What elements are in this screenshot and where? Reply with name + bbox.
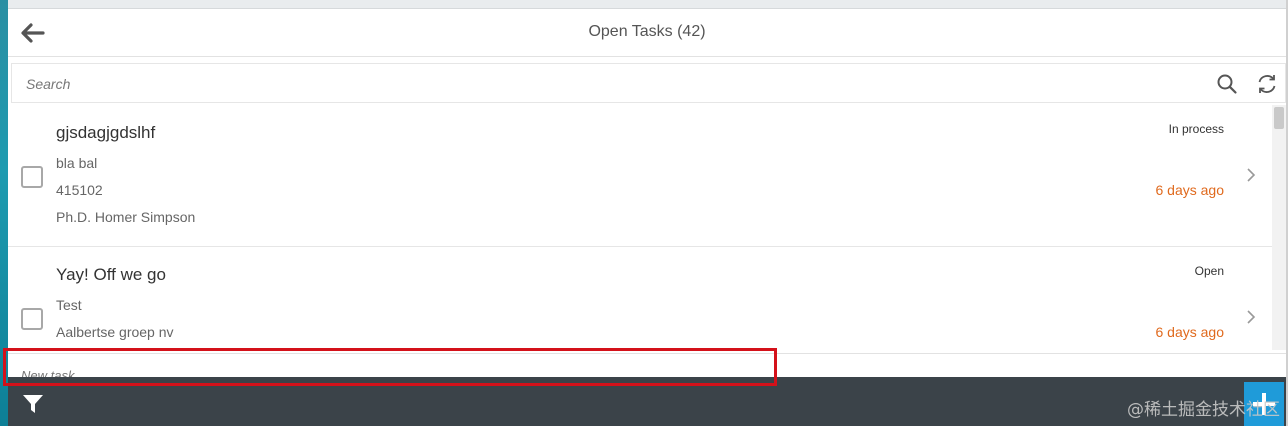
page-title: Open Tasks (42) <box>588 23 706 40</box>
task-number: 415102 <box>56 182 103 198</box>
task-checkbox[interactable] <box>21 166 43 188</box>
task-date: 6 days ago <box>1155 324 1225 340</box>
background-strip <box>0 0 8 426</box>
task-assignee: Ph.D. Homer Simpson <box>56 209 196 225</box>
footer-toolbar <box>8 377 1286 426</box>
task-list-item[interactable]: Yay! Off we go Test Aalbertse groep nv O… <box>8 247 1272 350</box>
search-input[interactable] <box>26 73 1176 95</box>
task-description: bla bal <box>56 155 98 171</box>
task-title: Yay! Off we go <box>56 265 166 284</box>
header: Open Tasks (42) <box>8 9 1286 57</box>
scrollbar-thumb[interactable] <box>1274 107 1284 129</box>
task-description: Test <box>56 297 82 313</box>
task-list: gjsdagjgdslhf bla bal 415102 Ph.D. Homer… <box>8 105 1286 350</box>
watermark: @稀土掘金技术社区 <box>1127 400 1280 420</box>
task-checkbox[interactable] <box>21 308 43 330</box>
refresh-icon[interactable] <box>1256 73 1278 95</box>
search-icon[interactable] <box>1216 73 1238 95</box>
window-top-edge <box>0 0 1288 9</box>
filter-icon[interactable] <box>22 393 44 415</box>
task-customer: Aalbertse groep nv <box>56 324 174 340</box>
search-bar <box>11 63 1286 103</box>
task-status: In process <box>1168 122 1224 136</box>
task-title: gjsdagjgdslhf <box>56 123 156 142</box>
chevron-right-icon <box>1247 310 1256 324</box>
task-list-item[interactable]: gjsdagjgdslhf bla bal 415102 Ph.D. Homer… <box>8 105 1272 247</box>
list-scrollbar[interactable] <box>1272 105 1286 350</box>
task-status: Open <box>1194 264 1224 278</box>
app-container: Open Tasks (42) gjsdagjgdslhf bla bal 41… <box>3 9 1286 426</box>
chevron-right-icon <box>1247 168 1256 182</box>
task-date: 6 days ago <box>1155 182 1225 198</box>
